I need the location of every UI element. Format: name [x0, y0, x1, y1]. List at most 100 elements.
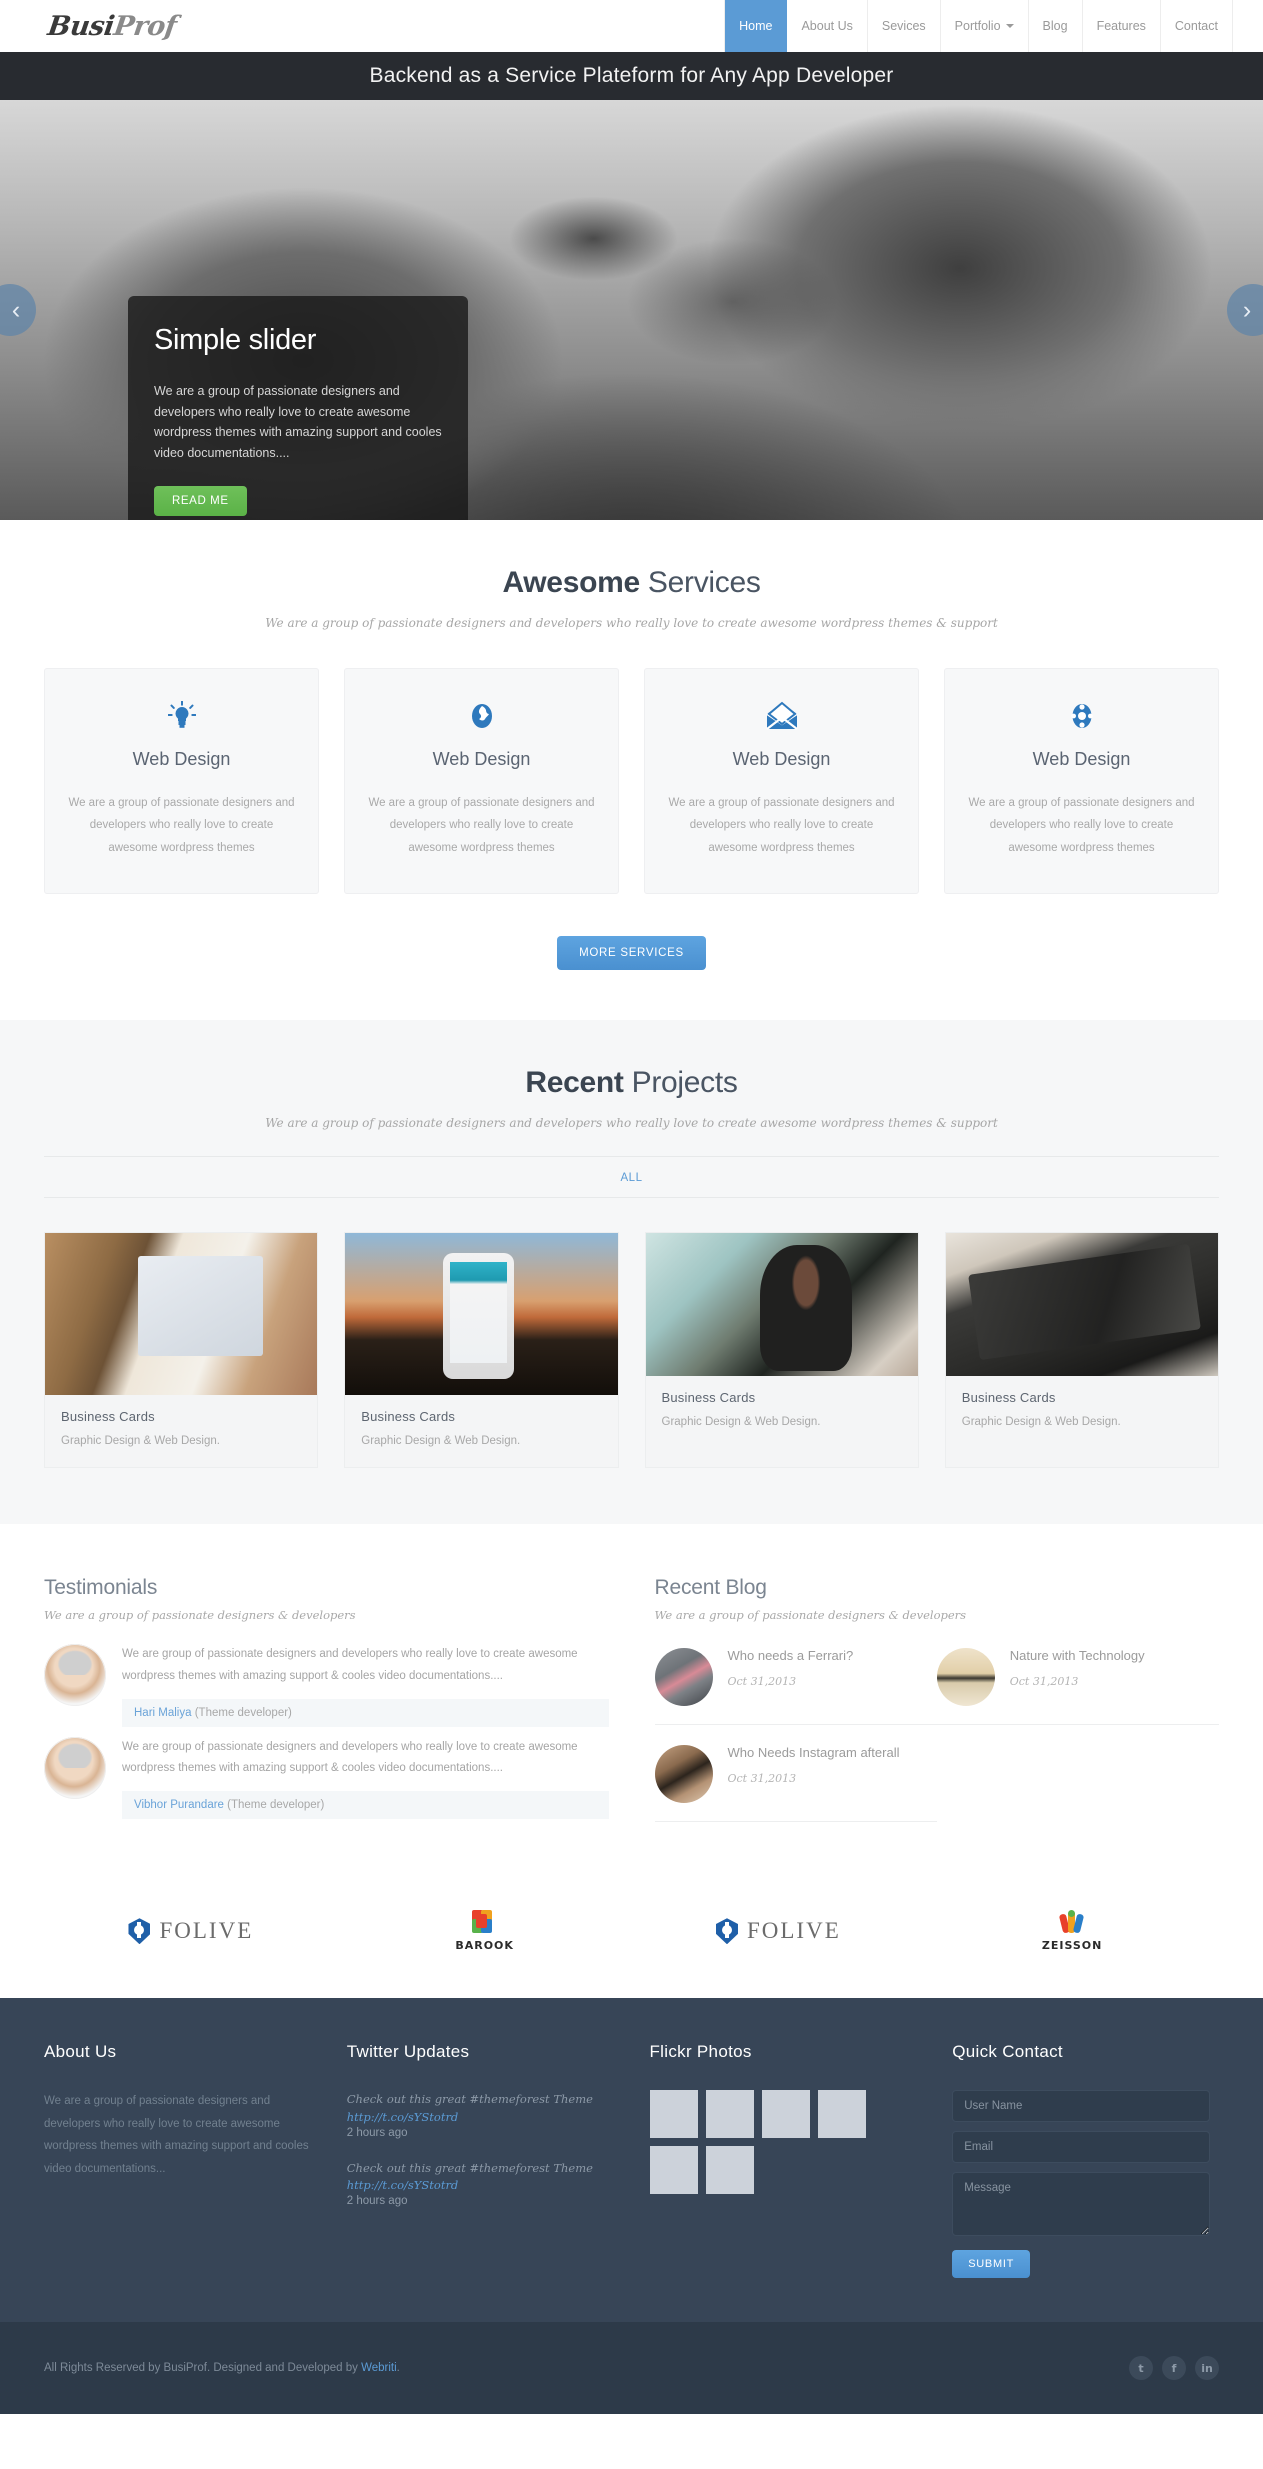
filter-all[interactable]: ALL	[621, 1172, 643, 1184]
footer-contact-column: Quick Contact SUBMIT	[952, 2042, 1219, 2279]
flickr-photo[interactable]	[649, 2090, 698, 2139]
nav-label: Home	[739, 19, 773, 33]
project-card[interactable]: Business Cards Graphic Design & Web Desi…	[44, 1232, 319, 1469]
project-card[interactable]: Business Cards Graphic Design & Web Desi…	[944, 1232, 1219, 1469]
flickr-photo[interactable]	[705, 2146, 754, 2195]
chevron-left-icon: ‹	[11, 295, 21, 324]
message-field[interactable]	[952, 2172, 1211, 2237]
logo-part-2: Prof	[111, 10, 179, 42]
blog-thumbnail	[654, 1648, 713, 1707]
nav-item-blog[interactable]: Blog	[1029, 0, 1083, 52]
nav-item-contact[interactable]: Contact	[1161, 0, 1233, 52]
services-title-bold: Awesome	[502, 566, 640, 599]
blog-item-date: Oct 31,2013	[727, 1675, 797, 1689]
globe-icon	[367, 695, 596, 737]
nav-item-about-us[interactable]: About Us	[787, 0, 868, 52]
blog-thumbnail	[936, 1648, 995, 1707]
nav-item-sevices[interactable]: Sevices	[868, 0, 941, 52]
zeisson-mark-icon	[1058, 1910, 1085, 1934]
social-links: t f in	[1129, 2356, 1219, 2381]
testimonial-text: We are group of passionate designers and…	[122, 1740, 578, 1775]
project-thumbnail	[945, 1233, 1218, 1377]
footer-twitter-column: Twitter Updates Check out this great #th…	[347, 2042, 614, 2278]
blog-thumbnail	[654, 1745, 713, 1804]
project-card[interactable]: Business Cards Graphic Design & Web Desi…	[644, 1232, 919, 1469]
blog-grid: Who needs a Ferrari? Oct 31,2013 Nature …	[654, 1644, 1219, 1838]
linkedin-icon[interactable]: in	[1195, 2356, 1219, 2381]
blog-item[interactable]: Who Needs Instagram afterall Oct 31,2013	[654, 1741, 937, 1823]
tweet-text: Check out this great #themeforest Theme	[346, 2092, 593, 2107]
chevron-down-icon	[1005, 24, 1014, 28]
tweet-time: 2 hours ago	[346, 2195, 408, 2208]
client-logo-folive-2[interactable]: FOLIVE	[632, 1918, 926, 1945]
testimonial-author: Hari Maliya (Theme developer)	[122, 1698, 609, 1727]
facebook-icon[interactable]: f	[1162, 2356, 1186, 2381]
client-name: FOLIVE	[746, 1918, 841, 1944]
user-name-field[interactable]	[952, 2090, 1211, 2123]
page-headline-bar: Backend as a Service Plateform for Any A…	[0, 52, 1263, 100]
project-meta: Graphic Design & Web Design.	[661, 1416, 821, 1429]
project-meta: Graphic Design & Web Design.	[361, 1435, 521, 1448]
webriti-link[interactable]: Webriti	[361, 2362, 397, 2374]
flickr-photo[interactable]	[649, 2146, 698, 2195]
folive-mark-icon	[128, 1918, 151, 1945]
services-heading: Awesome Services We are a group of passi…	[44, 566, 1219, 630]
more-services-row: MORE SERVICES	[44, 894, 1219, 1020]
testimonial-author-role: (Theme developer)	[194, 1706, 292, 1719]
service-card[interactable]: Web Design We are a group of passionate …	[44, 668, 319, 895]
project-title: Business Cards	[361, 1409, 456, 1425]
blog-item[interactable]: Nature with Technology Oct 31,2013	[936, 1644, 1219, 1726]
flickr-photo-grid	[649, 2090, 872, 2195]
service-card[interactable]: Web Design We are a group of passionate …	[944, 668, 1219, 895]
nav-label: Portfolio	[954, 19, 1001, 33]
client-logo-barook[interactable]: BAROOK	[338, 1910, 632, 1952]
blog-item-title: Nature with Technology	[1009, 1648, 1145, 1664]
copyright-text-after: .	[396, 2362, 400, 2375]
email-field[interactable]	[952, 2131, 1211, 2164]
copyright-bar: All Rights Reserved by BusiProf. Designe…	[0, 2322, 1263, 2415]
more-services-button[interactable]: MORE SERVICES	[557, 936, 706, 971]
recent-blog-column: Recent Blog We are a group of passionate…	[654, 1576, 1219, 1838]
flickr-photo[interactable]	[705, 2090, 754, 2139]
submit-button[interactable]: SUBMIT	[952, 2250, 1031, 2279]
project-title: Business Cards	[61, 1409, 155, 1425]
services-title-rest: Services	[639, 566, 761, 599]
twitter-icon[interactable]: t	[1129, 2356, 1153, 2381]
projects-title-bold: Recent	[525, 1066, 624, 1100]
lifebuoy-icon	[967, 695, 1196, 737]
read-me-button[interactable]: READ ME	[154, 485, 247, 516]
footer-about-text: We are a group of passionate designers a…	[44, 2095, 309, 2175]
testimonial-author-name: Vibhor Purandare	[134, 1799, 224, 1812]
blog-item[interactable]: Who needs a Ferrari? Oct 31,2013	[654, 1644, 937, 1726]
page-title: Backend as a Service Plateform for Any A…	[369, 64, 894, 87]
client-logo-folive-1[interactable]: FOLIVE	[44, 1918, 338, 1945]
project-title: Business Cards	[661, 1390, 756, 1406]
projects-title-rest: Projects	[623, 1066, 738, 1100]
testimonial-item: We are group of passionate designers and…	[44, 1644, 609, 1727]
tweet-link[interactable]: http://t.co/sYStotrd	[347, 2110, 614, 2124]
nav-label: Features	[1096, 19, 1146, 33]
recent-projects-section: Recent Projects We are a group of passio…	[0, 1020, 1263, 1525]
flickr-photo[interactable]	[761, 2090, 810, 2139]
site-logo[interactable]: BusiProf	[46, 11, 178, 42]
projects-heading: Recent Projects We are a group of passio…	[44, 1066, 1219, 1130]
flickr-photo[interactable]	[817, 2090, 866, 2139]
tweet-item: Check out this great #themeforest Theme …	[347, 2159, 614, 2207]
nav-item-features[interactable]: Features	[1083, 0, 1161, 52]
tweet-link[interactable]: http://t.co/sYStotrd	[347, 2178, 614, 2192]
folive-mark-icon	[715, 1918, 738, 1945]
hero-slider: ‹ › Simple slider We are a group of pass…	[0, 100, 1263, 520]
nav-label: About Us	[801, 19, 853, 33]
service-card[interactable]: Web Design We are a group of passionate …	[644, 668, 919, 895]
copyright-text-before: All Rights Reserved by BusiProf. Designe…	[44, 2362, 362, 2375]
service-card[interactable]: Web Design We are a group of passionate …	[344, 668, 619, 895]
testimonial-author-name: Hari Maliya	[134, 1706, 192, 1719]
client-logo-zeisson[interactable]: ZEISSON	[925, 1910, 1219, 1952]
service-title: Web Design	[132, 749, 231, 769]
project-card[interactable]: Business Cards Graphic Design & Web Desi…	[344, 1232, 619, 1469]
service-title: Web Design	[732, 749, 831, 769]
project-meta: Graphic Design & Web Design.	[61, 1435, 220, 1448]
nav-item-home[interactable]: Home	[724, 0, 788, 52]
blog-item-date: Oct 31,2013	[1009, 1675, 1079, 1689]
nav-item-portfolio[interactable]: Portfolio	[941, 0, 1029, 52]
